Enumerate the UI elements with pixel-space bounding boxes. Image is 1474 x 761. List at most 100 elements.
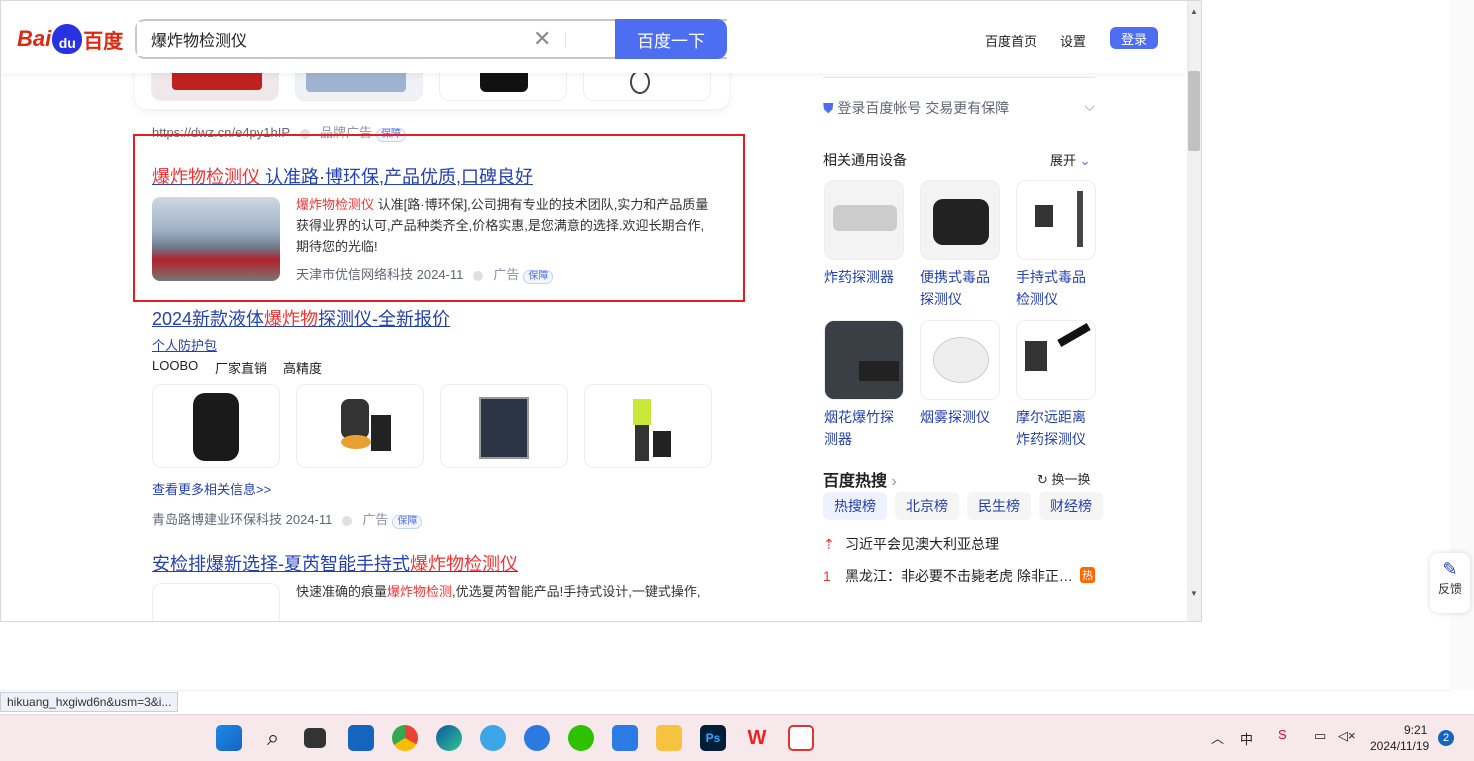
chrome-icon[interactable]: [392, 725, 418, 751]
scroll-up-icon[interactable]: ▲: [1190, 7, 1198, 16]
divider: [823, 77, 1095, 78]
status-url: hikuang_hxgiwd6n&usm=3&i...: [0, 692, 179, 712]
home-link[interactable]: 百度首页: [985, 31, 1037, 50]
tab-beijing[interactable]: 北京榜: [895, 492, 959, 520]
search-input[interactable]: [137, 22, 517, 56]
header-bar: Bai du 百度 ✕ 百度一下 百度首页 设置 登录: [1, 1, 1187, 73]
settings-link[interactable]: 设置: [1060, 31, 1086, 50]
edge-icon[interactable]: [436, 725, 462, 751]
clock-date[interactable]: 2024/11/19: [1370, 739, 1429, 753]
product-image[interactable]: [152, 384, 280, 468]
more-info-link[interactable]: 查看更多相关信息>>: [152, 479, 271, 498]
tab-finance[interactable]: 财经榜: [1039, 492, 1103, 520]
device-label[interactable]: 便携式毒品 探测仪: [920, 266, 1000, 310]
volume-icon[interactable]: ◁×: [1338, 728, 1356, 744]
chevron-down-icon[interactable]: ⌵: [1084, 98, 1095, 115]
sogou-icon[interactable]: S: [1278, 727, 1287, 742]
search-app-icon[interactable]: [524, 725, 550, 751]
pin-icon: ⇡: [823, 536, 835, 552]
device-label[interactable]: 烟雾探测仪: [920, 406, 1000, 428]
hot-item[interactable]: 1 黑龙江：非必要不击毙老虎 除非正… 热: [823, 566, 1095, 586]
notification-badge[interactable]: 2: [1438, 730, 1454, 746]
result-title[interactable]: 2024新款液体爆炸物探测仪-全新报价: [152, 305, 450, 331]
device-image[interactable]: [824, 320, 904, 400]
notepad-icon[interactable]: [612, 725, 638, 751]
scrollbar[interactable]: ▲ ▼: [1187, 1, 1201, 621]
wps-icon[interactable]: W: [744, 725, 770, 751]
dot-icon: [473, 270, 484, 281]
feedback-button[interactable]: ✎ 反馈: [1430, 553, 1470, 613]
result-title[interactable]: 安检排爆新选择-夏芮智能手持式爆炸物检测仪: [152, 550, 518, 576]
task-view-icon[interactable]: [304, 728, 326, 748]
device-label[interactable]: 烟花爆竹探 测器: [824, 406, 904, 450]
source-name[interactable]: 青岛路博建业环保科技: [152, 512, 282, 527]
feedback-label: 反馈: [1437, 582, 1462, 596]
windows-start-icon[interactable]: [216, 725, 242, 751]
logo-text: Bai: [17, 26, 52, 51]
product-image[interactable]: [584, 384, 712, 468]
result-title[interactable]: 爆炸物检测仪 认准路·博环保,产品优质,口碑良好: [152, 163, 533, 189]
scroll-down-icon[interactable]: ▼: [1190, 589, 1198, 598]
result-source-line: 天津市优信网络科技 2024-11 广告 保障: [296, 264, 554, 284]
login-tip[interactable]: ⛊ 登录百度帐号 交易更有保障 ⌵: [823, 98, 1095, 118]
product-image[interactable]: [151, 73, 279, 101]
result-image[interactable]: [152, 197, 280, 281]
ad-label: 广告: [493, 267, 520, 282]
source-date: 2024-11: [285, 512, 333, 527]
tab-hot[interactable]: 热搜榜: [823, 492, 887, 520]
guarantee-badge[interactable]: 保障: [392, 515, 423, 529]
device-image[interactable]: [920, 320, 1000, 400]
wechat-icon[interactable]: [568, 725, 594, 751]
expand-button[interactable]: 展开 ⌄: [1050, 150, 1091, 169]
device-label[interactable]: 炸药探测器: [824, 266, 904, 288]
login-button[interactable]: 登录: [1110, 27, 1158, 49]
clock-time[interactable]: 9:21: [1404, 723, 1427, 737]
hot-search-title[interactable]: 百度热搜 ›: [823, 467, 897, 491]
device-image[interactable]: [824, 180, 904, 260]
browser-icon[interactable]: [480, 725, 506, 751]
device-image[interactable]: [1016, 320, 1096, 400]
pen-icon: ✎: [1442, 559, 1458, 579]
result-description: 爆炸物检测仪 认准[路·博环保],公司拥有专业的技术团队,实力和产品质量获得业界…: [296, 197, 709, 254]
search-icon[interactable]: ⌕: [260, 725, 286, 751]
product-image[interactable]: [296, 384, 424, 468]
chevron-up-icon[interactable]: ︿: [1211, 728, 1224, 747]
scroll-thumb[interactable]: [1188, 71, 1200, 151]
clear-icon[interactable]: ✕: [533, 26, 551, 52]
ad-label: 广告: [362, 512, 389, 527]
tab-livelihood[interactable]: 民生榜: [967, 492, 1031, 520]
refresh-icon: ↻: [1037, 472, 1048, 487]
shield-icon: ⛊: [823, 100, 834, 116]
network-icon[interactable]: ▭: [1314, 728, 1326, 744]
ime-indicator[interactable]: 中: [1240, 729, 1253, 748]
tag-precision: 高精度: [283, 361, 323, 376]
folder-icon[interactable]: [656, 725, 682, 751]
dot-icon: [342, 515, 353, 526]
product-image[interactable]: [439, 73, 567, 101]
hot-tabs: 热搜榜 北京榜 民生榜 财经榜: [823, 492, 1111, 520]
widgets-icon[interactable]: [348, 725, 374, 751]
logo-cn: 百度: [83, 30, 124, 53]
product-image[interactable]: [440, 384, 568, 468]
device-label[interactable]: 手持式毒品 检测仪: [1016, 266, 1096, 310]
product-image[interactable]: [583, 73, 711, 101]
tag-direct: 厂家直销: [215, 361, 268, 376]
result-source-line: 青岛路博建业环保科技 2024-11 广告 保障: [152, 509, 423, 529]
divider: [565, 33, 566, 47]
baidu-logo[interactable]: Bai du 百度: [17, 23, 123, 55]
device-image[interactable]: [920, 180, 1000, 260]
sublink[interactable]: 个人防护包: [152, 335, 217, 354]
source-name[interactable]: 天津市优信网络科技: [296, 267, 413, 282]
tag-loobo: LOOBO: [152, 358, 199, 373]
refresh-button[interactable]: ↻ 换一换: [1037, 469, 1091, 488]
product-image[interactable]: [295, 73, 423, 101]
result-image[interactable]: [152, 583, 280, 621]
photoshop-icon[interactable]: Ps: [700, 725, 726, 751]
result-description: 快速准确的痕量爆炸物检测,优选夏芮智能产品!手持式设计,一键式操作,: [296, 584, 701, 599]
image-viewer-icon[interactable]: [788, 725, 814, 751]
device-label[interactable]: 摩尔远距离 炸药探测仪: [1016, 406, 1096, 450]
device-image[interactable]: [1016, 180, 1096, 260]
guarantee-badge[interactable]: 保障: [523, 270, 554, 284]
search-button[interactable]: 百度一下: [615, 19, 727, 59]
hot-item[interactable]: ⇡ 习近平会见澳大利亚总理: [823, 534, 1095, 554]
